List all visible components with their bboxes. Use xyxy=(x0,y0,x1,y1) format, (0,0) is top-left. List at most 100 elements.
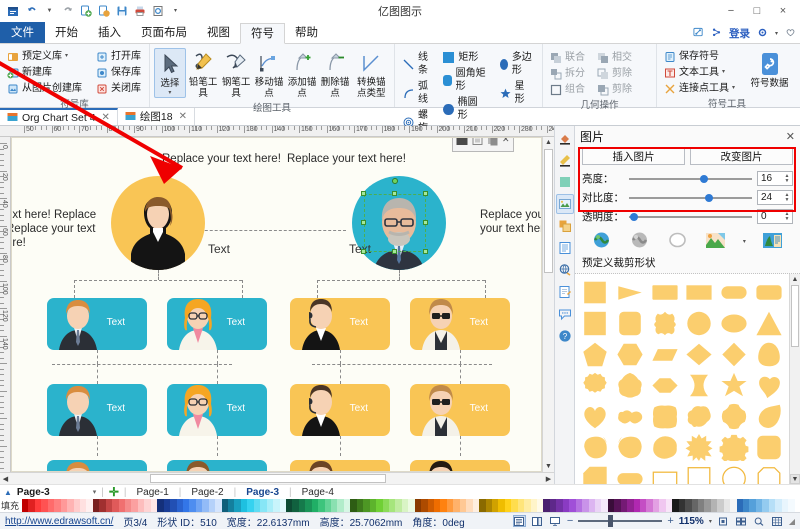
scroll-up-arrow[interactable]: ▲ xyxy=(790,274,800,284)
resize-handle-w[interactable] xyxy=(361,220,366,225)
vertical-scroll-thumb[interactable] xyxy=(544,149,553,273)
doc-tab-drawing18[interactable]: 绘图18 ✕ xyxy=(118,108,195,125)
canvas-right-text[interactable]: Replace your teyour text here!Rhe xyxy=(480,208,542,250)
org-box-r3c4[interactable] xyxy=(410,460,510,472)
zoom-slider[interactable] xyxy=(578,520,662,522)
add-page-button[interactable]: ✛ xyxy=(109,485,119,499)
image-mini-toolbar[interactable]: ✕ xyxy=(452,137,514,152)
page-tab-1[interactable]: Page-1 xyxy=(132,487,174,498)
color-effect-icon[interactable] xyxy=(591,231,613,251)
crop-shape-leaf-right[interactable] xyxy=(614,434,647,461)
resize-handle-s[interactable] xyxy=(392,249,397,254)
vertical-ruler[interactable]: 020406080100120140 xyxy=(0,137,11,472)
shapes-scroll-thumb[interactable] xyxy=(791,285,799,347)
open-library-button[interactable]: 打开库 xyxy=(93,49,144,64)
org-box-r3c2[interactable] xyxy=(167,460,267,472)
crop-shapes-scrollbar[interactable]: ▲ ▼ xyxy=(789,274,800,484)
org-box-r1c3[interactable]: Text xyxy=(290,298,390,350)
tab-file[interactable]: 文件 xyxy=(0,22,45,43)
color-swatches[interactable] xyxy=(22,499,800,512)
resize-handle-sw[interactable] xyxy=(361,249,366,254)
save-symbol-button[interactable]: 保存符号 xyxy=(661,49,738,64)
tab-insert[interactable]: 插入 xyxy=(88,22,131,43)
canvas-vertical-scrollbar[interactable]: ▲ ▼ xyxy=(542,137,554,472)
canvas-top-text-1[interactable]: Replace your text here! xyxy=(162,152,281,166)
theme-tool-icon[interactable] xyxy=(556,172,574,192)
crop-shape-outline-circle[interactable] xyxy=(718,465,751,484)
layers-tool-icon[interactable] xyxy=(556,216,574,236)
crop-shape-octagon-soft[interactable] xyxy=(648,434,681,461)
page-tool-icon[interactable] xyxy=(556,238,574,258)
transparency-knob[interactable] xyxy=(630,213,638,221)
predefined-library-button[interactable]: 预定义库 ▾ xyxy=(4,49,85,64)
brightness-spinner[interactable]: ▲▼ xyxy=(783,172,791,185)
crop-shape-triangle-right[interactable] xyxy=(614,279,647,306)
horizontal-scroll-thumb[interactable] xyxy=(150,474,386,483)
transparency-value[interactable]: 0 ▲▼ xyxy=(757,209,793,224)
canvas-left-text[interactable]: ext here! ReplaceReplace your textere! xyxy=(11,208,106,250)
zoom-caret-icon[interactable]: ▾ xyxy=(709,518,712,525)
crop-shape-six-star[interactable] xyxy=(718,372,751,399)
page-tab-3[interactable]: Page-3 xyxy=(241,487,284,498)
org-box-r2c3[interactable]: Text xyxy=(290,384,390,436)
contrast-knob[interactable] xyxy=(705,194,713,202)
resize-handle-nw[interactable] xyxy=(361,191,366,196)
normal-view-icon[interactable] xyxy=(513,515,526,527)
grid-icon[interactable] xyxy=(771,515,784,527)
org-box-r2c1[interactable]: Text xyxy=(47,384,147,436)
connection-point-tool-button[interactable]: 连接点工具 ▾ xyxy=(661,81,738,96)
crop-shape-hexagon-flat[interactable] xyxy=(648,372,681,399)
crop-shape-gear[interactable] xyxy=(718,434,751,461)
scroll-down-arrow[interactable]: ▼ xyxy=(790,474,800,484)
crop-icon[interactable] xyxy=(472,137,484,149)
crop-shapes-grid[interactable] xyxy=(575,274,789,484)
brightness-slider[interactable] xyxy=(629,178,752,180)
shape-ellipse-button[interactable]: 椭圆形 xyxy=(439,95,489,123)
crop-shape-rounded-rect[interactable] xyxy=(752,279,785,306)
redo-icon[interactable] xyxy=(60,4,75,19)
transparency-slider[interactable] xyxy=(629,216,752,218)
crop-shape-pentagon[interactable] xyxy=(579,341,612,368)
picture-style-icon[interactable] xyxy=(705,231,727,251)
login-button[interactable]: 登录 xyxy=(729,26,750,41)
crop-shape-rounded-square-2[interactable] xyxy=(752,434,785,461)
page-view-icon[interactable] xyxy=(531,515,544,527)
canvas-horizontal-scrollbar[interactable]: ◀ ▶ xyxy=(0,472,554,484)
shape-rounded-rectangle-button[interactable]: 圆角矩形 xyxy=(439,66,489,94)
picture-style-caret-icon[interactable]: ▾ xyxy=(743,238,746,245)
crop-shape-square[interactable] xyxy=(579,279,612,306)
presentation-view-icon[interactable] xyxy=(549,515,562,527)
new-icon[interactable] xyxy=(78,4,93,19)
line-tool-icon[interactable] xyxy=(556,150,574,170)
page-tab-2[interactable]: Page-2 xyxy=(186,487,228,498)
collapse-icon[interactable]: ▲ xyxy=(4,488,12,497)
scroll-left-arrow[interactable]: ◀ xyxy=(0,475,11,483)
zoom-in-button[interactable]: + xyxy=(667,515,673,527)
shape-arc-button[interactable]: 弧线 xyxy=(399,79,433,107)
crop-shape-diamond[interactable] xyxy=(683,341,716,368)
org-box-r3c1[interactable] xyxy=(47,460,147,472)
zoom-out-button[interactable]: − xyxy=(567,515,573,527)
minimize-button[interactable]: − xyxy=(718,2,744,19)
crop-shape-egg[interactable] xyxy=(752,341,785,368)
crop-shape-outline-rect[interactable] xyxy=(648,465,681,484)
drawing-canvas[interactable]: Replace your text here! Replace your tex… xyxy=(11,137,542,472)
scroll-right-arrow[interactable]: ▶ xyxy=(543,475,554,483)
pen-tool-button[interactable]: 钢笔工具 xyxy=(221,48,252,100)
shape-polygon-button[interactable]: 多边形 xyxy=(496,50,538,78)
crop-shape-capsule[interactable] xyxy=(614,465,647,484)
crop-shape-stadium[interactable] xyxy=(718,279,751,306)
shape-line-button[interactable]: 线条 xyxy=(399,50,433,78)
symbol-data-button[interactable]: 符号数据 xyxy=(746,49,793,90)
tab-view[interactable]: 视图 xyxy=(197,22,240,43)
org-box-r2c4[interactable]: Text xyxy=(410,384,510,436)
crop-shape-triangle[interactable] xyxy=(752,310,785,337)
close-library-button[interactable]: 关闭库 xyxy=(93,81,144,96)
copy-icon[interactable] xyxy=(487,137,499,149)
crop-shape-sunburst[interactable] xyxy=(683,434,716,461)
hyperlink-tool-icon[interactable] xyxy=(556,260,574,280)
crop-shape-rectangle[interactable] xyxy=(683,279,716,306)
convert-anchor-type-button[interactable]: 转换锚点类型 xyxy=(352,48,390,100)
change-picture-button[interactable]: 改变图片 xyxy=(690,148,793,165)
cloud-icon[interactable] xyxy=(711,27,722,41)
